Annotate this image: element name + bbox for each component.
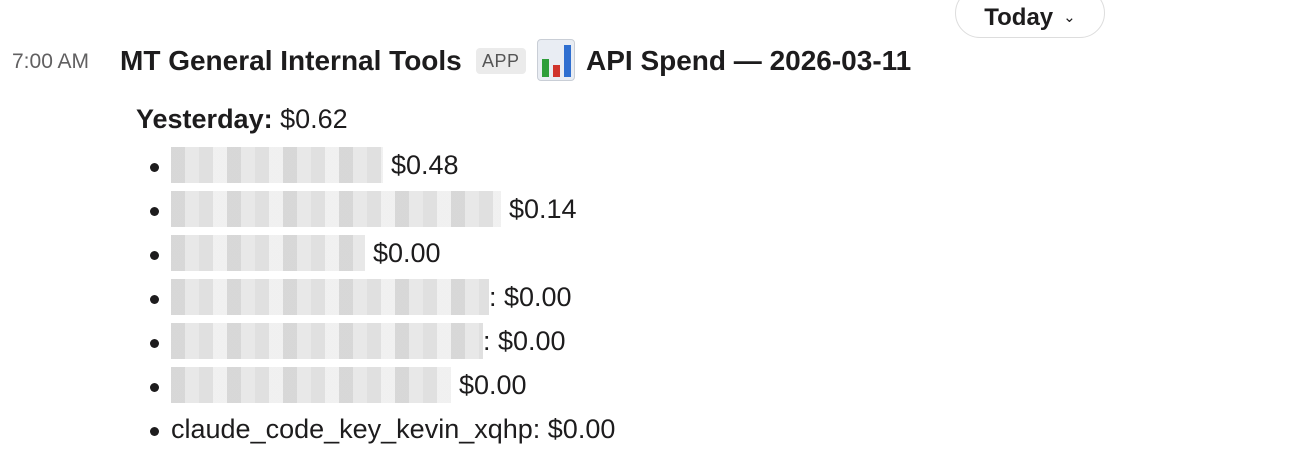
chevron-down-icon: ⌄ [1063,9,1076,26]
summary-label: Yesterday: [136,104,273,134]
bullet [150,206,159,216]
item-amount: $0.00 [459,369,527,400]
item-name: claude_code_key_kevin_xqhp [171,413,533,444]
app-badge: APP [476,48,526,74]
bullet [150,250,159,260]
bullet [150,294,159,304]
list-item: : $0.00 [150,277,572,317]
message-timestamp[interactable]: 7:00 AM [12,50,89,74]
summary-value: $0.62 [280,104,348,134]
date-divider-label: Today [984,4,1054,31]
redacted-name [171,279,489,315]
redacted-name [171,191,501,227]
item-amount: : $0.00 [489,281,572,312]
list-item: claude_code_key_kevin_xqhp : $0.00 [150,409,615,449]
sender-name[interactable]: MT General Internal Tools [120,45,462,77]
item-amount: $0.48 [391,149,459,180]
list-item: $0.48 [150,145,459,185]
bullet [150,162,159,172]
date-divider-button[interactable]: Today ⌄ [955,0,1105,38]
item-amount: $0.00 [373,237,441,268]
redacted-name [171,147,383,183]
list-item: $0.00 [150,365,527,405]
list-item: $0.14 [150,189,577,229]
bullet [150,338,159,348]
item-amount: : $0.00 [532,413,616,444]
yesterday-summary: Yesterday: $0.62 [136,104,348,135]
item-amount: $0.14 [509,193,577,224]
list-item: $0.00 [150,233,441,273]
redacted-name [171,235,365,271]
message-title: API Spend — 2026-03-11 [586,45,912,76]
list-item: : $0.00 [150,321,566,361]
item-amount: : $0.00 [483,325,566,356]
bullet [150,382,159,392]
bar-chart-emoji-icon [537,39,575,81]
redacted-name [171,367,451,403]
redacted-name [171,323,483,359]
